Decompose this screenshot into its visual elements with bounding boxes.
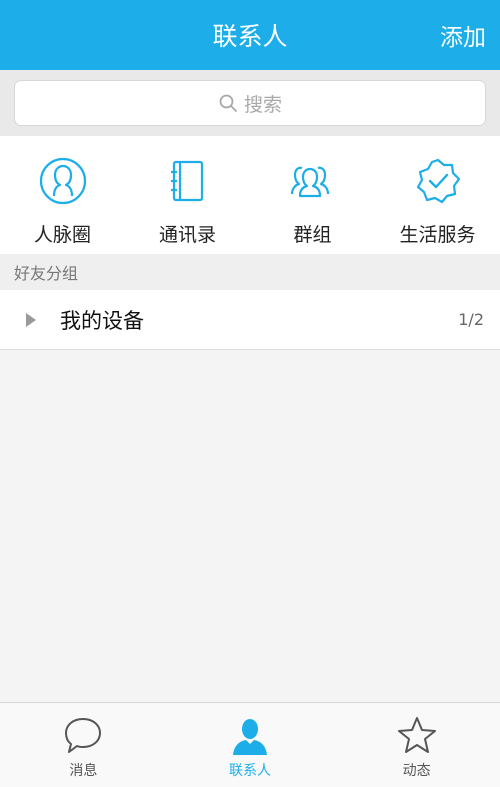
bottom-tab-bar: 消息 联系人 动态	[0, 702, 500, 787]
search-placeholder: 搜索	[243, 93, 282, 116]
address-book-icon	[170, 160, 203, 202]
tab-label: 消息	[69, 763, 98, 779]
triangle-right-icon	[26, 312, 36, 327]
tab-moments[interactable]: 动态	[333, 703, 500, 787]
tab-label: 联系人	[229, 763, 271, 779]
empty-list-area	[0, 350, 500, 702]
group-icon	[290, 166, 329, 198]
list-item[interactable]: 我的设备 1/2	[0, 290, 500, 350]
quick-item-address-book[interactable]: 通讯录	[125, 136, 250, 254]
page-title: 联系人	[212, 22, 288, 51]
person-circle-icon	[39, 157, 86, 205]
quick-item-life-services[interactable]: 生活服务	[375, 136, 500, 254]
section-header-friend-groups: 好友分组	[0, 254, 500, 290]
add-button[interactable]: 添加	[440, 0, 486, 70]
chat-bubble-icon	[65, 718, 102, 753]
tab-contacts[interactable]: 联系人	[167, 703, 334, 787]
tab-label: 动态	[402, 763, 431, 779]
quick-label: 群组	[293, 224, 332, 246]
star-icon	[397, 717, 436, 753]
quick-label: 通讯录	[158, 224, 216, 246]
group-name: 我的设备	[60, 308, 144, 333]
app-header: 联系人 添加	[0, 0, 500, 70]
badge-check-icon	[416, 158, 460, 204]
search-icon	[219, 94, 237, 112]
quick-item-groups[interactable]: 群组	[250, 136, 375, 254]
quick-item-contacts-circle[interactable]: 人脉圈	[0, 136, 125, 254]
group-count: 1/2	[458, 310, 484, 329]
search-input[interactable]: 搜索	[14, 80, 486, 126]
quick-actions: 人脉圈 通讯录 群组 生活服务	[0, 136, 500, 254]
quick-label: 生活服务	[399, 224, 476, 246]
quick-label: 人脉圈	[33, 224, 91, 246]
tab-messages[interactable]: 消息	[0, 703, 167, 787]
contact-person-icon	[233, 719, 267, 755]
search-bar: 搜索	[0, 70, 500, 136]
